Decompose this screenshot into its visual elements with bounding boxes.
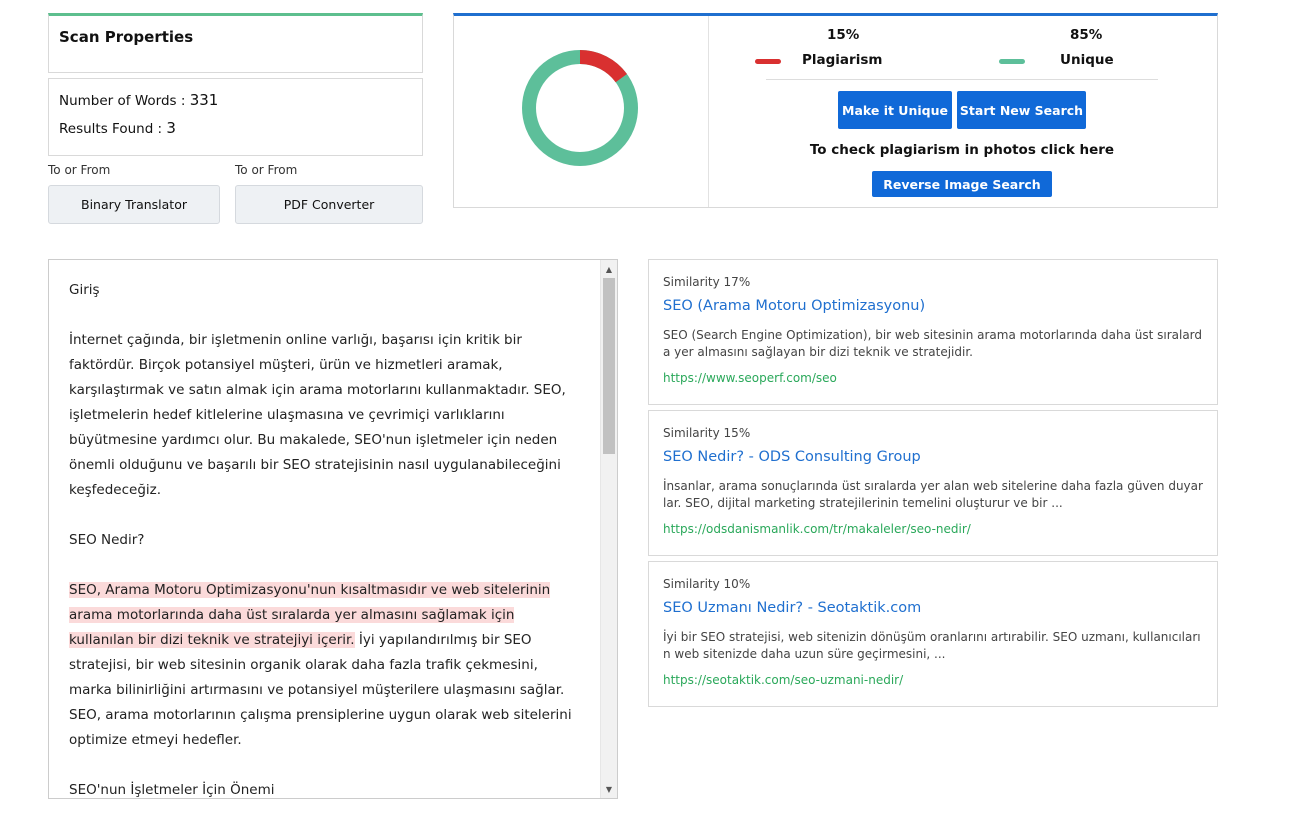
word-count-label: Number of Words : [59, 93, 190, 109]
scan-stats: Number of Words : 331 Results Found : 3 [48, 78, 423, 156]
pdf-converter-button[interactable]: PDF Converter [235, 185, 423, 224]
unique-legend-label: Unique [1060, 52, 1114, 68]
scan-properties-header: Scan Properties [48, 13, 423, 73]
result-url-link[interactable]: https://odsdanismanlik.com/tr/makaleler/… [663, 522, 971, 536]
make-it-unique-button[interactable]: Make it Unique [838, 91, 952, 129]
document-paragraph: SEO, Arama Motoru Optimizasyonu'nun kısa… [69, 578, 579, 753]
word-count-value: 331 [189, 91, 219, 109]
results-found-label: Results Found : [59, 121, 167, 137]
binary-translator-caption: To or From [48, 163, 111, 177]
similarity-score: Similarity 17% [663, 275, 751, 289]
document-paragraph: SEO'nun İşletmeler İçin Önemi [69, 782, 275, 798]
result-description: İnsanlar, arama sonuçlarında üst sıralar… [663, 479, 1203, 510]
plagiarism-summary: 15% 85% Plagiarism Unique Make it Unique… [453, 13, 1218, 208]
plagiarism-percent: 15% [827, 27, 860, 43]
similarity-score: Similarity 10% [663, 577, 751, 591]
result-title-link[interactable]: SEO Uzmanı Nedir? - Seotaktik.com [663, 600, 921, 616]
result-card: Similarity 17% SEO (Arama Motoru Optimiz… [648, 259, 1218, 405]
similarity-score: Similarity 15% [663, 426, 751, 440]
start-new-search-button[interactable]: Start New Search [957, 91, 1086, 129]
result-url-link[interactable]: https://seotaktik.com/seo-uzmani-nedir/ [663, 673, 903, 687]
scan-properties-title: Scan Properties [59, 28, 194, 46]
document-text-span: İyi yapılandırılmış bir SEO stratejisi, … [69, 632, 572, 748]
result-url-link[interactable]: https://www.seoperf.com/seo [663, 371, 837, 385]
document-text: Giriş İnternet çağında, bir işletmenin o… [69, 278, 579, 798]
document-paragraph: Giriş [69, 282, 100, 298]
unique-percent: 85% [1070, 27, 1103, 43]
result-description: İyi bir SEO stratejisi, web sitenizin dö… [663, 630, 1201, 661]
plagiarism-donut-chart [522, 50, 638, 166]
plagiarism-legend-swatch [755, 59, 781, 64]
document-paragraph: SEO Nedir? [69, 532, 145, 548]
document-scrollbar[interactable]: ▲ ▼ [600, 260, 617, 798]
summary-divider [708, 16, 709, 207]
plagiarism-legend-label: Plagiarism [802, 52, 883, 68]
photo-plagiarism-note: To check plagiarism in photos click here [809, 142, 1115, 158]
unique-legend-swatch [999, 59, 1025, 64]
results-found-value: 3 [166, 119, 176, 137]
binary-translator-button[interactable]: Binary Translator [48, 185, 220, 224]
document-text-pane[interactable]: Giriş İnternet çağında, bir işletmenin o… [48, 259, 618, 799]
pdf-converter-caption: To or From [235, 163, 298, 177]
word-count: Number of Words : 331 [59, 91, 218, 109]
legend-separator [766, 79, 1158, 80]
result-description: SEO (Search Engine Optimization), bir we… [663, 328, 1203, 359]
scroll-down-icon[interactable]: ▼ [601, 782, 617, 796]
document-paragraph: İnternet çağında, bir işletmenin online … [69, 332, 566, 498]
reverse-image-search-button[interactable]: Reverse Image Search [872, 171, 1052, 197]
result-title-link[interactable]: SEO (Arama Motoru Optimizasyonu) [663, 298, 925, 314]
results-found: Results Found : 3 [59, 119, 176, 137]
scroll-up-icon[interactable]: ▲ [601, 262, 617, 276]
result-card: Similarity 10% SEO Uzmanı Nedir? - Seota… [648, 561, 1218, 707]
result-card: Similarity 15% SEO Nedir? - ODS Consulti… [648, 410, 1218, 556]
scroll-thumb[interactable] [603, 278, 615, 454]
result-title-link[interactable]: SEO Nedir? - ODS Consulting Group [663, 449, 921, 465]
